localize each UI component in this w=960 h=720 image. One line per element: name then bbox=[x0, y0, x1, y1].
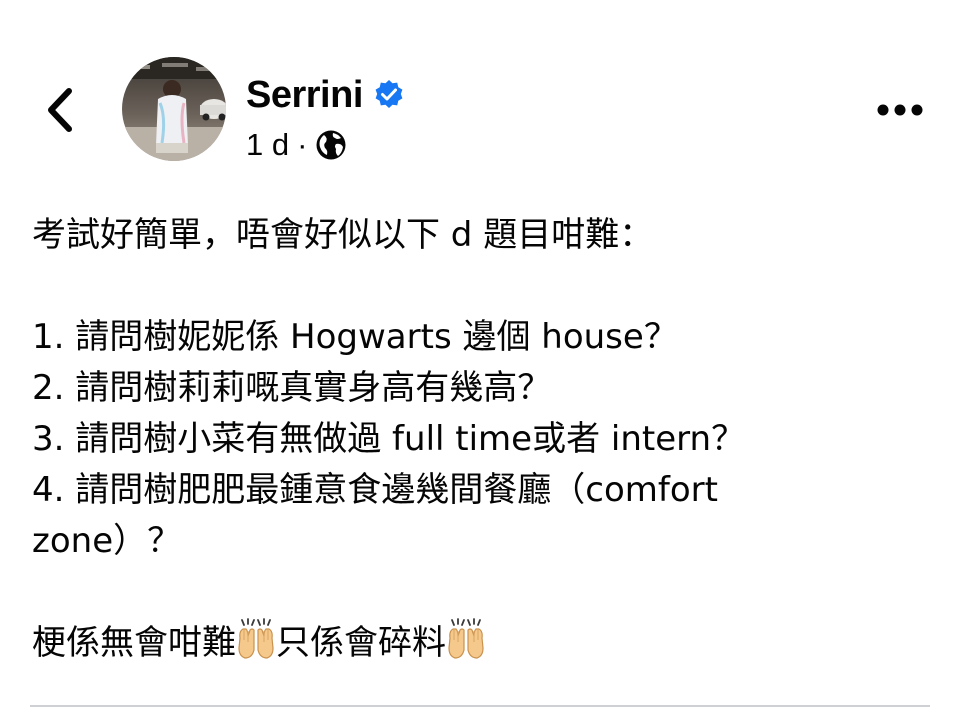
raising-hands-emoji-icon bbox=[446, 618, 486, 660]
post-text: 考試好簡單，唔會好似以下 d 題目咁難： 1. 請問樹妮妮係 Hogwarts … bbox=[32, 210, 912, 669]
post-meta: 1 d · bbox=[246, 124, 347, 166]
post-line-intro: 考試好簡單，唔會好似以下 d 題目咁難： bbox=[32, 215, 654, 255]
question-4-continued: zone）？ bbox=[32, 521, 182, 561]
post-line-closing: 梗係無會咁難 只係會碎料 bbox=[32, 618, 912, 669]
back-button[interactable] bbox=[36, 82, 84, 138]
avatar-photo bbox=[122, 57, 226, 161]
question-4: 4. 請問樹肥肥最鍾意食邊幾間餐廳（comfort bbox=[32, 470, 718, 510]
closing-text-a: 梗係無會咁難 bbox=[32, 623, 236, 663]
verified-badge-icon bbox=[373, 79, 405, 111]
avatar[interactable] bbox=[122, 57, 226, 161]
question-3: 3. 請問樹小菜有無做過 full time或者 intern？ bbox=[32, 419, 746, 459]
post-header: Serrini 1 d · bbox=[0, 0, 960, 190]
post-timestamp[interactable]: 1 d bbox=[246, 127, 289, 163]
divider bbox=[30, 705, 930, 707]
more-options-button[interactable] bbox=[870, 88, 930, 132]
globe-icon[interactable] bbox=[315, 129, 347, 161]
question-2: 2. 請問樹莉莉嘅真實身高有幾高？ bbox=[32, 368, 552, 408]
question-1: 1. 請問樹妮妮係 Hogwarts 邊個 house？ bbox=[32, 317, 678, 357]
closing-text-b: 只係會碎料 bbox=[276, 623, 446, 663]
meta-separator: · bbox=[297, 127, 308, 162]
author-name[interactable]: Serrini bbox=[246, 74, 363, 117]
chevron-left-icon bbox=[48, 88, 72, 132]
more-horizontal-icon bbox=[877, 104, 923, 116]
raising-hands-emoji-icon bbox=[236, 618, 276, 660]
author-row: Serrini bbox=[246, 70, 405, 120]
